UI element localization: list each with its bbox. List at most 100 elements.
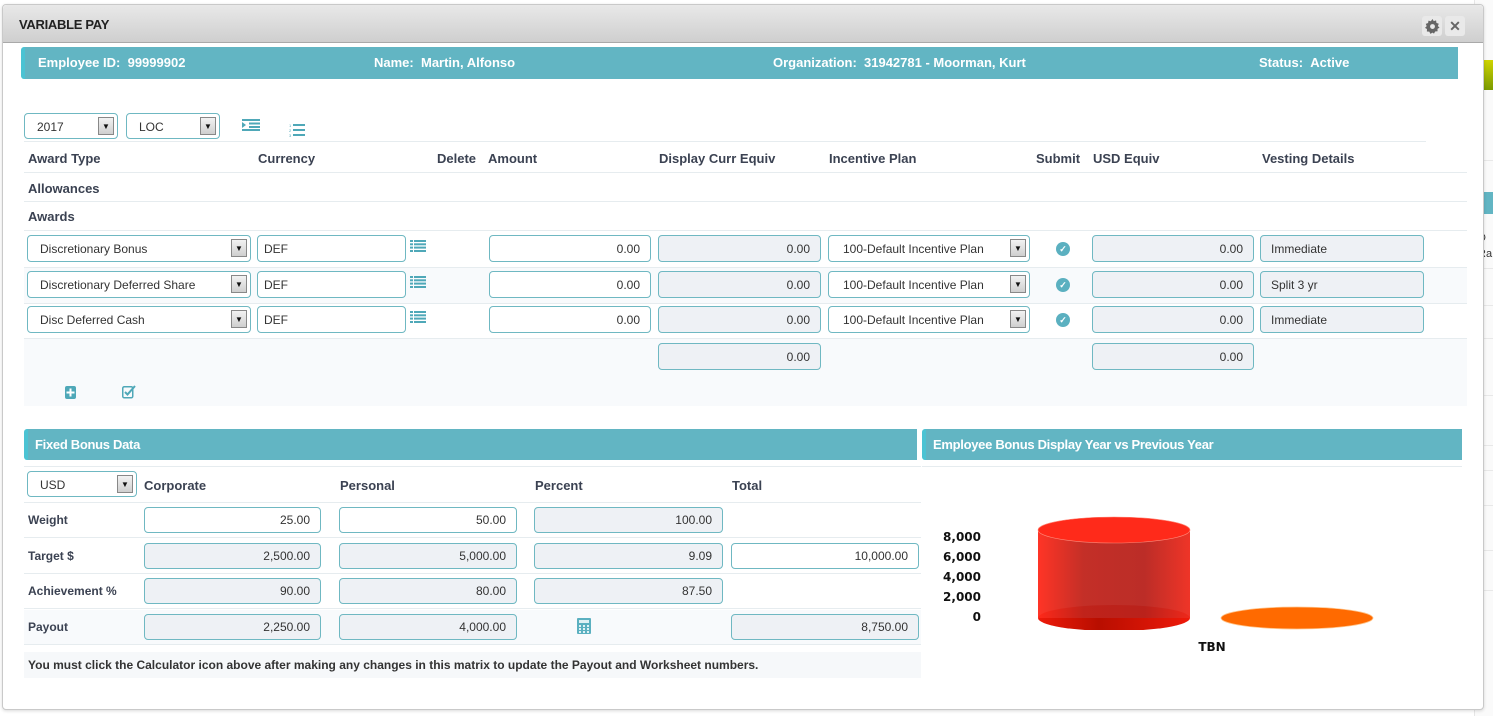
corporate-field: 2,500.00: [144, 543, 321, 569]
col-corporate: Corporate: [144, 478, 207, 493]
vesting-details-field: Split 3 yr: [1260, 271, 1424, 298]
total-usd-equiv: 0.00: [1092, 343, 1254, 370]
award-type-select[interactable]: Discretionary Bonus ▼: [27, 235, 251, 262]
total-field[interactable]: 10,000.00: [731, 543, 919, 569]
col-currency: Currency: [258, 151, 316, 166]
col-usd-equiv: USD Equiv: [1093, 151, 1160, 166]
display-curr-equiv-field: 0.00: [658, 235, 821, 262]
employee-status: Status: Active: [1259, 55, 1350, 70]
fixed-bonus-header: Fixed Bonus Data: [24, 429, 917, 460]
amount-input[interactable]: 0.00: [489, 306, 651, 333]
usd-equiv-field: 0.00: [1092, 271, 1254, 298]
col-award-type: Award Type: [28, 151, 101, 166]
row-label: Target $: [28, 549, 74, 563]
col-amount: Amount: [488, 151, 538, 166]
close-icon[interactable]: ✕: [1445, 16, 1465, 36]
delete-list-icon[interactable]: [409, 239, 427, 253]
amount-input[interactable]: 0.00: [489, 271, 651, 298]
currency-field[interactable]: DEF: [257, 235, 406, 262]
personal-field[interactable]: 50.00: [339, 507, 517, 533]
submit-check-icon[interactable]: ✓: [1056, 278, 1070, 292]
chevron-down-icon: ▼: [1010, 275, 1026, 293]
amount-input[interactable]: 0.00: [489, 235, 651, 262]
bonus-comparison-chart: [1037, 516, 1374, 630]
y-tick-label: 8,000: [943, 530, 981, 544]
corporate-field[interactable]: 25.00: [144, 507, 321, 533]
delete-list-icon[interactable]: [409, 310, 427, 324]
display-curr-equiv-field: 0.00: [658, 271, 821, 298]
chevron-down-icon: ▼: [117, 475, 133, 493]
y-tick-label: 0: [972, 610, 981, 624]
incentive-plan-select[interactable]: 100-Default Incentive Plan ▼: [828, 235, 1030, 262]
chart-panel-header: Employee Bonus Display Year vs Previous …: [922, 429, 1462, 460]
year-select[interactable]: 2017 ▼: [24, 113, 118, 139]
gear-icon[interactable]: [1422, 16, 1442, 36]
incentive-plan-select[interactable]: 100-Default Incentive Plan ▼: [828, 306, 1030, 333]
fixed-bonus-currency-select[interactable]: USD ▼: [27, 471, 137, 497]
total-field: 8,750.00: [731, 614, 919, 640]
section-awards: Awards: [28, 209, 75, 224]
chevron-down-icon: ▼: [98, 117, 114, 135]
delete-list-icon[interactable]: [409, 275, 427, 289]
x-tick-label: TBN: [1198, 640, 1226, 654]
currency-field[interactable]: DEF: [257, 271, 406, 298]
employee-info-bar: Employee ID: 99999902 Name: Martin, Alfo…: [21, 47, 1458, 79]
employee-organization: Organization: 31942781 - Moorman, Kurt: [773, 55, 1026, 70]
usd-equiv-field: 0.00: [1092, 306, 1254, 333]
incentive-plan-select[interactable]: 100-Default Incentive Plan ▼: [828, 271, 1030, 298]
y-tick-label: 4,000: [943, 570, 981, 584]
col-percent: Percent: [535, 478, 583, 493]
percent-field: 87.50: [534, 578, 723, 604]
numbered-list-icon[interactable]: 123: [287, 122, 307, 138]
check-square-icon[interactable]: [121, 384, 137, 399]
percent-field: 9.09: [534, 543, 723, 569]
bar-series-1: [1220, 606, 1374, 630]
currency-field[interactable]: DEF: [257, 306, 406, 333]
employee-name: Name: Martin, Alfonso: [374, 55, 516, 70]
chevron-down-icon: ▼: [1010, 310, 1026, 328]
col-personal: Personal: [340, 478, 395, 493]
submit-check-icon[interactable]: ✓: [1056, 313, 1070, 327]
chevron-down-icon: ▼: [1010, 239, 1026, 257]
chevron-down-icon: ▼: [231, 275, 247, 293]
y-tick-label: 6,000: [943, 550, 981, 564]
total-display-curr-equiv: 0.00: [658, 343, 821, 370]
row-label: Payout: [28, 620, 69, 634]
chevron-down-icon: ▼: [231, 239, 247, 257]
indent-icon[interactable]: [241, 117, 261, 133]
calculator-icon[interactable]: [576, 617, 592, 634]
row-label: Achievement %: [28, 584, 117, 598]
personal-field: 4,000.00: [339, 614, 517, 640]
chevron-down-icon: ▼: [231, 310, 247, 328]
col-total: Total: [732, 478, 763, 493]
col-vesting-details: Vesting Details: [1262, 151, 1355, 166]
currency-mode-select[interactable]: LOC ▼: [126, 113, 220, 139]
award-type-select[interactable]: Discretionary Deferred Share ▼: [27, 271, 251, 298]
plus-square-icon[interactable]: [64, 385, 76, 399]
personal-field: 5,000.00: [339, 543, 517, 569]
calculator-note: You must click the Calculator icon above…: [24, 652, 921, 678]
col-incentive-plan: Incentive Plan: [829, 151, 917, 166]
chevron-down-icon: ▼: [200, 117, 216, 135]
display-curr-equiv-field: 0.00: [658, 306, 821, 333]
y-tick-label: 2,000: [943, 590, 981, 604]
col-submit: Submit: [1036, 151, 1081, 166]
vesting-details-field: Immediate: [1260, 306, 1424, 333]
col-delete: Delete: [437, 151, 477, 166]
submit-check-icon[interactable]: ✓: [1056, 242, 1070, 256]
svg-text:3: 3: [289, 133, 292, 137]
corporate-field: 90.00: [144, 578, 321, 604]
award-type-select[interactable]: Disc Deferred Cash ▼: [27, 306, 251, 333]
dialog-titlebar[interactable]: VARIABLE PAY ✕: [3, 5, 1483, 43]
bar-series-0-top: [1037, 516, 1191, 544]
row-label: Weight: [28, 513, 68, 527]
percent-field: 100.00: [534, 507, 723, 533]
corporate-field: 2,250.00: [144, 614, 321, 640]
col-display-curr-equiv: Display Curr Equiv: [659, 151, 776, 166]
employee-id: Employee ID: 99999902: [38, 55, 186, 70]
vesting-details-field: Immediate: [1260, 235, 1424, 262]
personal-field: 80.00: [339, 578, 517, 604]
usd-equiv-field: 0.00: [1092, 235, 1254, 262]
dialog-title: VARIABLE PAY: [19, 17, 110, 32]
section-allowances: Allowances: [28, 181, 100, 196]
